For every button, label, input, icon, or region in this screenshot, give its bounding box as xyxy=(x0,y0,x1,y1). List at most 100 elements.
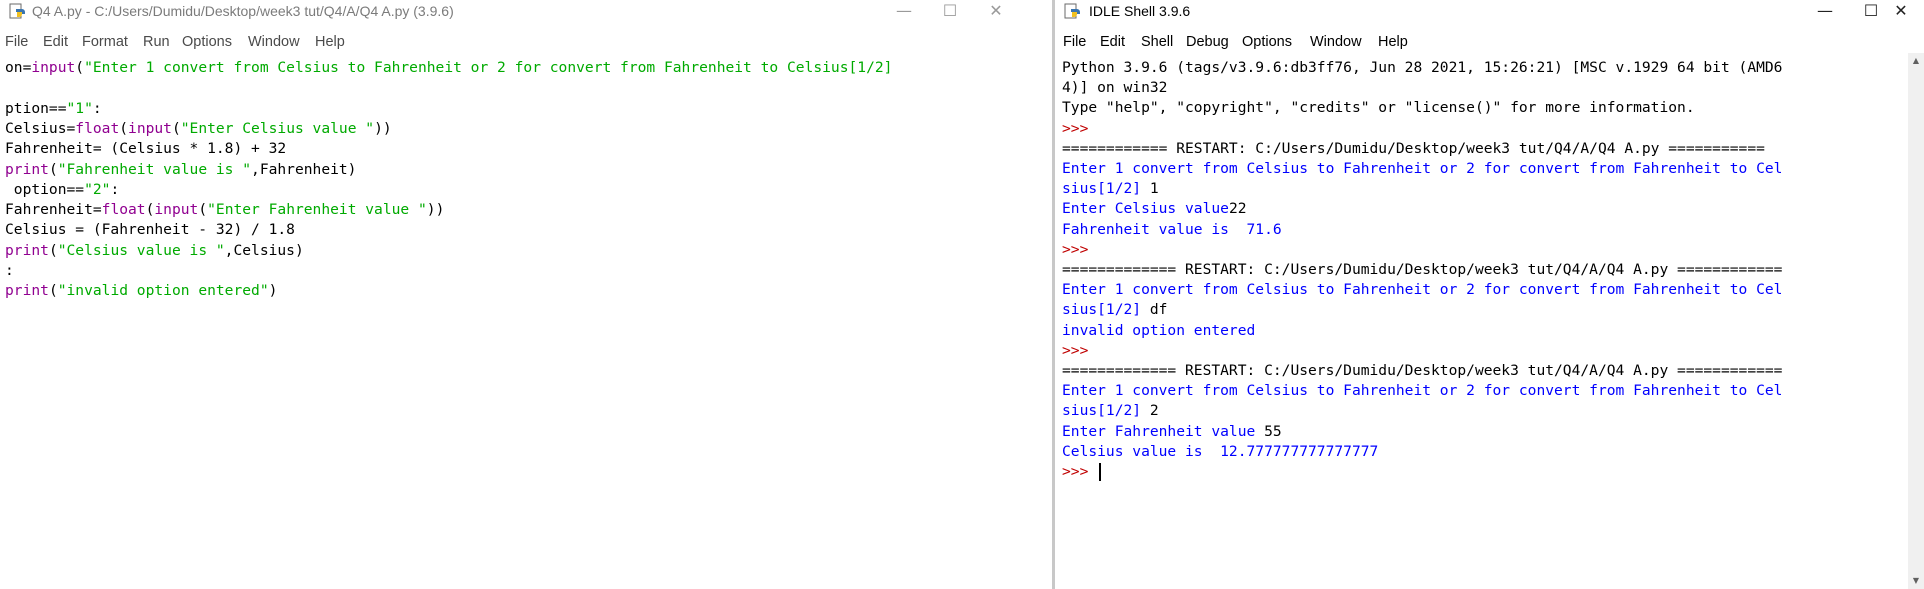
shell-token: invalid option entered xyxy=(1062,321,1256,339)
shell-token: Celsius value is 12.777777777777777 xyxy=(1062,442,1379,460)
code-token: : xyxy=(110,180,120,198)
code-token: input xyxy=(154,201,199,219)
code-token: "Enter Celsius value " xyxy=(180,119,375,137)
code-line: Celsius = (Fahrenheit - 32) / 1.8 xyxy=(5,220,295,240)
shell-line: invalid option entered xyxy=(1062,321,1255,341)
code-token: input xyxy=(128,119,172,137)
menu-file[interactable]: File xyxy=(5,31,28,53)
code-token: float xyxy=(75,119,120,137)
code-token: on= xyxy=(5,59,32,76)
shell-line: ============= RESTART: C:/Users/Dumidu/D… xyxy=(1062,361,1782,381)
code-token: )) xyxy=(426,201,445,219)
menu-window[interactable]: Window xyxy=(248,31,300,53)
menu-format[interactable]: Format xyxy=(82,31,128,53)
code-token: ( xyxy=(48,241,58,259)
editor-window: Q4 A.py - C:/Users/Dumidu/Desktop/week3 … xyxy=(0,0,1052,589)
code-token: input xyxy=(31,59,76,76)
shell-token: Type "help", "copyright", "credits" or "… xyxy=(1062,99,1695,117)
python-file-icon xyxy=(9,3,27,19)
shell-line: >>> xyxy=(1062,119,1088,139)
shell-line: sius[1/2] 2 xyxy=(1062,401,1159,421)
shell-line: ============= RESTART: C:/Users/Dumidu/D… xyxy=(1062,260,1782,280)
scroll-up-icon[interactable]: ▲ xyxy=(1908,53,1924,69)
shell-line: >>> xyxy=(1062,341,1088,361)
code-token: Celsius= xyxy=(5,119,76,137)
shell-line: >>> xyxy=(1062,240,1088,260)
shell-line: Python 3.9.6 (tags/v3.9.6:db3ff76, Jun 2… xyxy=(1062,58,1782,78)
shell-line: Enter Celsius value22 xyxy=(1062,199,1247,219)
code-line: print("Celsius value is ",Celsius) xyxy=(5,241,304,261)
menu-help[interactable]: Help xyxy=(1378,31,1408,53)
menu-run[interactable]: Run xyxy=(143,31,170,53)
shell-line: 4)] on win32 xyxy=(1062,78,1167,98)
editor-menubar: File Edit Format Run Options Window Help xyxy=(0,31,1052,53)
code-line: Fahrenheit=float(input("Enter Fahrenheit… xyxy=(5,200,444,220)
menu-help[interactable]: Help xyxy=(315,31,345,53)
shell-titlebar[interactable]: IDLE Shell 3.9.6 — ☐ ✕ xyxy=(1055,0,1924,22)
shell-token: df xyxy=(1149,301,1168,319)
minimize-button[interactable]: — xyxy=(881,0,927,22)
shell-token: Python 3.9.6 (tags/v3.9.6:db3ff76, Jun 2… xyxy=(1062,59,1783,76)
editor-text-area[interactable]: on=input("Enter 1 convert from Celsius t… xyxy=(0,58,1052,589)
menu-shell[interactable]: Shell xyxy=(1141,31,1173,53)
code-token: Fahrenheit= xyxy=(5,201,102,219)
shell-scrollbar[interactable]: ▲ ▼ xyxy=(1908,53,1924,589)
code-token: print xyxy=(5,282,49,300)
code-line: Celsius=float(input("Enter Celsius value… xyxy=(5,119,392,139)
menu-options[interactable]: Options xyxy=(1242,31,1292,53)
shell-token: ============= RESTART: C:/Users/Dumidu/D… xyxy=(1062,362,1783,379)
shell-token: >>> xyxy=(1062,341,1089,359)
menu-file[interactable]: File xyxy=(1063,31,1086,53)
code-token: ( xyxy=(48,160,58,178)
code-token: "Fahrenheit value is " xyxy=(57,160,252,178)
shell-line: >>> xyxy=(1062,462,1102,482)
code-token: ,Fahrenheit) xyxy=(251,160,357,178)
code-token: ( xyxy=(198,201,208,219)
code-token: option== xyxy=(5,180,85,198)
code-token: ( xyxy=(75,59,85,76)
menu-debug[interactable]: Debug xyxy=(1186,31,1229,53)
shell-line: ============ RESTART: C:/Users/Dumidu/De… xyxy=(1062,139,1765,159)
code-token: )) xyxy=(374,119,392,137)
shell-token: 1 xyxy=(1149,180,1159,198)
code-token: "Enter Fahrenheit value " xyxy=(207,201,427,219)
shell-token: Enter Fahrenheit value xyxy=(1062,422,1265,440)
minimize-button[interactable]: — xyxy=(1802,0,1848,22)
code-line: option=="2": xyxy=(5,180,119,200)
menu-options[interactable]: Options xyxy=(182,31,232,53)
shell-token: 22 xyxy=(1228,200,1247,218)
shell-line: Fahrenheit value is 71.6 xyxy=(1062,220,1282,240)
shell-line: sius[1/2] df xyxy=(1062,300,1167,320)
code-line: print("invalid option entered") xyxy=(5,281,277,301)
code-token: ( xyxy=(119,119,129,137)
editor-titlebar[interactable]: Q4 A.py - C:/Users/Dumidu/Desktop/week3 … xyxy=(0,0,1052,22)
shell-line: Enter 1 convert from Celsius to Fahrenhe… xyxy=(1062,280,1782,300)
shell-token: sius[1/2] xyxy=(1062,402,1150,420)
code-token: "1" xyxy=(66,99,93,117)
shell-title: IDLE Shell 3.9.6 xyxy=(1089,3,1191,19)
shell-token: Enter 1 convert from Celsius to Fahrenhe… xyxy=(1062,281,1783,299)
code-token: ) xyxy=(268,282,278,300)
menu-window[interactable]: Window xyxy=(1310,31,1362,53)
code-line: on=input("Enter 1 convert from Celsius t… xyxy=(5,58,892,78)
menu-edit[interactable]: Edit xyxy=(1100,31,1125,53)
shell-text-area[interactable]: Python 3.9.6 (tags/v3.9.6:db3ff76, Jun 2… xyxy=(1055,58,1908,589)
shell-token: 2 xyxy=(1149,402,1159,420)
code-token: "2" xyxy=(84,180,111,198)
python-idle-icon xyxy=(1064,3,1082,19)
close-button[interactable]: ✕ xyxy=(1878,0,1924,22)
shell-line: sius[1/2] 1 xyxy=(1062,179,1159,199)
menu-edit[interactable]: Edit xyxy=(43,31,68,53)
code-token: "Celsius value is " xyxy=(57,241,225,259)
code-token: "Enter 1 convert from Celsius to Fahrenh… xyxy=(84,59,893,76)
code-token: "invalid option entered" xyxy=(57,282,269,300)
editor-title: Q4 A.py - C:/Users/Dumidu/Desktop/week3 … xyxy=(32,3,454,19)
shell-token: sius[1/2] xyxy=(1062,301,1150,319)
code-token: ( xyxy=(48,282,58,300)
maximize-button[interactable]: ☐ xyxy=(927,0,973,22)
code-token: ( xyxy=(171,119,181,137)
scroll-down-icon[interactable]: ▼ xyxy=(1908,573,1924,589)
shell-window: IDLE Shell 3.9.6 — ☐ ✕ File Edit Shell D… xyxy=(1055,0,1924,589)
close-button[interactable]: ✕ xyxy=(973,0,1019,22)
code-line: ption=="1": xyxy=(5,99,102,119)
